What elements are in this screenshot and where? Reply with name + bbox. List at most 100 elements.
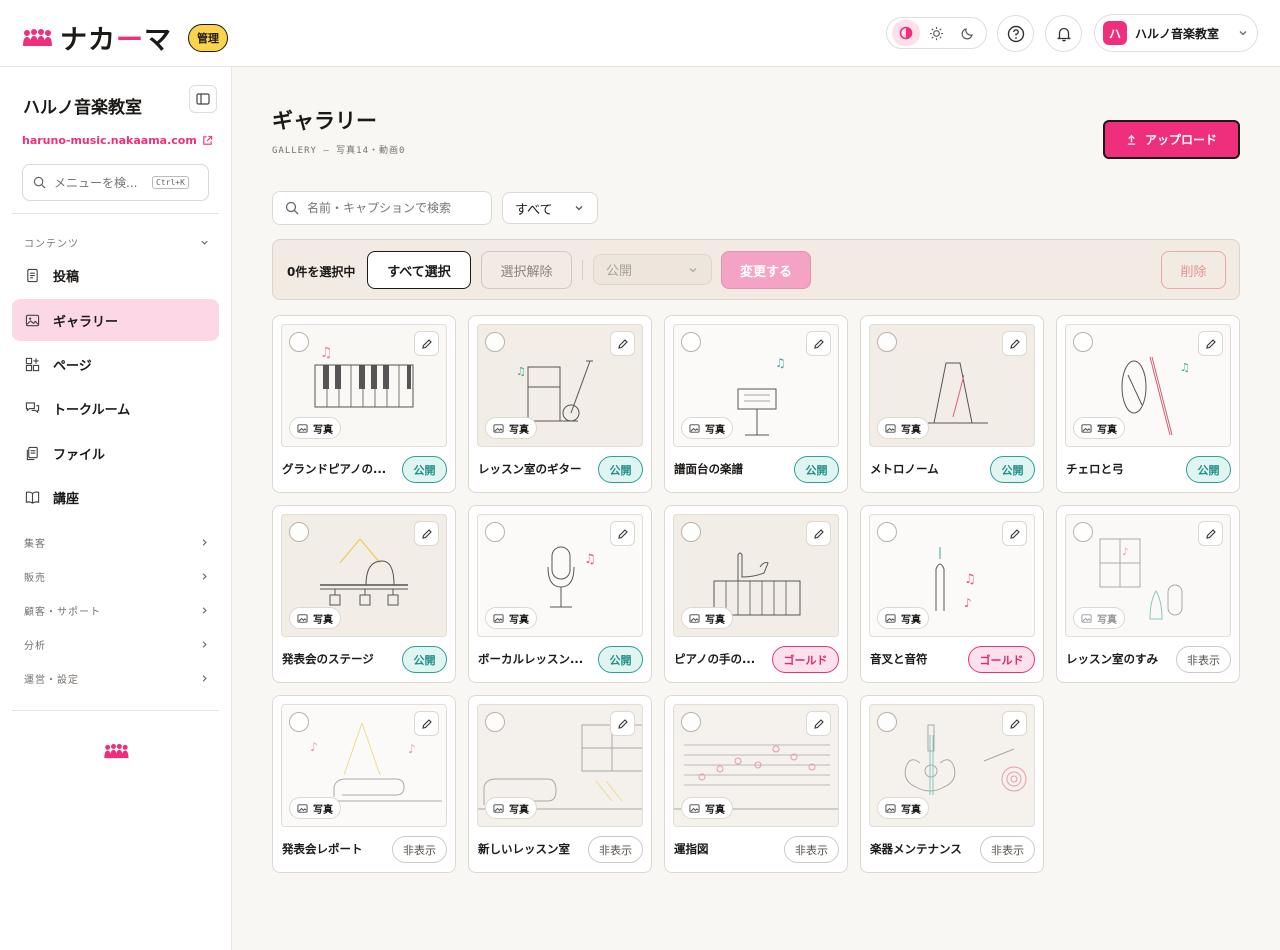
status-badge[interactable]: 公開 <box>1186 456 1231 483</box>
select-checkbox[interactable] <box>877 712 897 732</box>
thumbnail[interactable]: ♫ 写真 <box>281 324 447 447</box>
edit-button[interactable] <box>1002 711 1027 736</box>
section-sales[interactable]: 販売 <box>24 569 210 584</box>
visibility-select[interactable]: 公開 <box>593 254 712 285</box>
section-customer-support[interactable]: 顧客・サポート <box>24 603 210 618</box>
sidebar-item-posts[interactable]: 投稿 <box>12 254 219 296</box>
gallery-card[interactable]: ♫ 写真 ボーカルレッスン... 公開 <box>468 505 652 683</box>
select-checkbox[interactable] <box>681 522 701 542</box>
thumbnail[interactable]: ♫ 写真 <box>477 324 643 447</box>
gallery-card[interactable]: ♪ 写真 レッスン室のすみ 非表示 <box>1056 505 1240 683</box>
thumbnail[interactable]: 写真 <box>673 704 839 827</box>
gallery-card[interactable]: 写真 楽器メンテナンス 非表示 <box>860 695 1044 873</box>
gallery-card[interactable]: 写真 運指図 非表示 <box>664 695 848 873</box>
edit-button[interactable] <box>1198 331 1223 356</box>
select-checkbox[interactable] <box>681 332 701 352</box>
thumbnail[interactable]: ♪ 写真 <box>1065 514 1231 637</box>
edit-button[interactable] <box>806 521 831 546</box>
edit-button[interactable] <box>1198 521 1223 546</box>
delete-button[interactable]: 削除 <box>1161 251 1226 289</box>
help-button[interactable] <box>997 15 1034 52</box>
edit-button[interactable] <box>414 711 439 736</box>
collapse-sidebar-button[interactable] <box>189 85 217 113</box>
site-url-link[interactable]: haruno-music.nakaama.com <box>22 134 213 147</box>
gallery-card[interactable]: 写真 ピアノの手の... ゴールド <box>664 505 848 683</box>
edit-button[interactable] <box>806 331 831 356</box>
gallery-card[interactable]: 写真 新しいレッスン室 非表示 <box>468 695 652 873</box>
status-badge[interactable]: ゴールド <box>772 646 839 673</box>
edit-button[interactable] <box>806 711 831 736</box>
edit-button[interactable] <box>414 331 439 356</box>
select-checkbox[interactable] <box>877 332 897 352</box>
select-checkbox[interactable] <box>485 712 505 732</box>
section-content[interactable]: コンテンツ <box>24 235 210 250</box>
filter-select[interactable]: すべて <box>502 192 598 224</box>
select-checkbox[interactable] <box>485 332 505 352</box>
gallery-card[interactable]: ♫ 写真 譜面台の楽譜 公開 <box>664 315 848 493</box>
apply-change-button[interactable]: 変更する <box>721 251 811 289</box>
status-badge[interactable]: 非表示 <box>588 836 643 863</box>
gallery-card[interactable]: ♫ ♪ 写真 音叉と音符 ゴールド <box>860 505 1044 683</box>
select-checkbox[interactable] <box>877 522 897 542</box>
status-badge[interactable]: 公開 <box>402 456 447 483</box>
sidebar-item-pages[interactable]: ページ <box>12 343 219 385</box>
theme-dark-button[interactable] <box>954 20 982 46</box>
status-badge[interactable]: 公開 <box>794 456 839 483</box>
sidebar-item-gallery[interactable]: ギャラリー <box>12 299 219 341</box>
account-menu[interactable]: ハ ハルノ音楽教室 <box>1094 14 1258 52</box>
status-badge[interactable]: 公開 <box>598 646 643 673</box>
gallery-card[interactable]: ♪ ♪ 写真 発表会レポート 非表示 <box>272 695 456 873</box>
thumbnail[interactable]: 写真 <box>869 704 1035 827</box>
select-checkbox[interactable] <box>485 522 505 542</box>
edit-button[interactable] <box>610 331 635 356</box>
status-badge[interactable]: 公開 <box>598 456 643 483</box>
thumbnail[interactable]: ♪ ♪ 写真 <box>281 704 447 827</box>
theme-light-button[interactable] <box>923 20 951 46</box>
thumbnail[interactable]: 写真 <box>281 514 447 637</box>
menu-search-input[interactable] <box>54 175 144 190</box>
select-checkbox[interactable] <box>1073 332 1093 352</box>
section-marketing[interactable]: 集客 <box>24 535 210 550</box>
select-checkbox[interactable] <box>289 332 309 352</box>
sidebar-item-talkroom[interactable]: トークルーム <box>12 387 219 429</box>
thumbnail[interactable]: ♫ 写真 <box>1065 324 1231 447</box>
status-badge[interactable]: 公開 <box>402 646 447 673</box>
gallery-search[interactable] <box>272 191 492 225</box>
section-operations-settings[interactable]: 運営・設定 <box>24 671 210 686</box>
deselect-button[interactable]: 選択解除 <box>481 251 572 289</box>
gallery-card[interactable]: ♫ 写真 グランドピアノの... 公開 <box>272 315 456 493</box>
thumbnail[interactable]: 写真 <box>673 514 839 637</box>
gallery-card[interactable]: 写真 メトロノーム 公開 <box>860 315 1044 493</box>
status-badge[interactable]: 公開 <box>990 456 1035 483</box>
sidebar-item-courses[interactable]: 講座 <box>12 476 219 518</box>
notifications-button[interactable] <box>1045 15 1082 52</box>
gallery-card[interactable]: 写真 発表会のステージ 公開 <box>272 505 456 683</box>
gallery-card[interactable]: ♫ 写真 チェロと弓 公開 <box>1056 315 1240 493</box>
thumbnail[interactable]: ♫ ♪ 写真 <box>869 514 1035 637</box>
edit-button[interactable] <box>1002 331 1027 356</box>
select-checkbox[interactable] <box>289 522 309 542</box>
app-logo[interactable]: ナカーマ 管理 <box>22 18 228 57</box>
status-badge[interactable]: 非表示 <box>392 836 447 863</box>
sidebar-item-files[interactable]: ファイル <box>12 432 219 474</box>
edit-button[interactable] <box>414 521 439 546</box>
thumbnail[interactable]: 写真 <box>477 704 643 827</box>
status-badge[interactable]: 非表示 <box>980 836 1035 863</box>
select-all-button[interactable]: すべて選択 <box>367 251 471 289</box>
thumbnail[interactable]: 写真 <box>869 324 1035 447</box>
status-badge[interactable]: 非表示 <box>1176 646 1231 673</box>
gallery-search-input[interactable] <box>307 201 477 215</box>
thumbnail[interactable]: ♫ 写真 <box>673 324 839 447</box>
section-analytics[interactable]: 分析 <box>24 637 210 652</box>
select-checkbox[interactable] <box>289 712 309 732</box>
theme-auto-button[interactable] <box>891 20 920 46</box>
status-badge[interactable]: ゴールド <box>968 646 1035 673</box>
edit-button[interactable] <box>1002 521 1027 546</box>
select-checkbox[interactable] <box>1073 522 1093 542</box>
status-badge[interactable]: 非表示 <box>784 836 839 863</box>
select-checkbox[interactable] <box>681 712 701 732</box>
edit-button[interactable] <box>610 521 635 546</box>
thumbnail[interactable]: ♫ 写真 <box>477 514 643 637</box>
gallery-card[interactable]: ♫ 写真 レッスン室のギター 公開 <box>468 315 652 493</box>
upload-button[interactable]: アップロード <box>1103 120 1240 159</box>
